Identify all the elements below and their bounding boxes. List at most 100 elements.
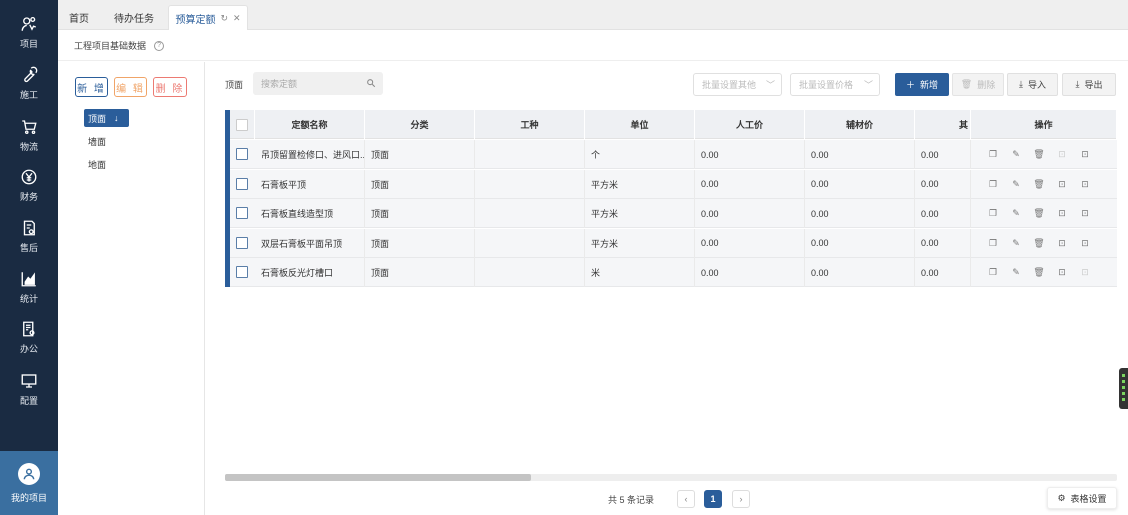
yen-icon xyxy=(21,169,37,185)
row-checkbox[interactable] xyxy=(236,207,248,219)
tree-item-label: 地面 xyxy=(88,159,107,170)
refresh-icon[interactable]: ↻ xyxy=(220,13,228,24)
delete-icon[interactable]: 🗑 xyxy=(1033,237,1045,249)
add-label: 新增 xyxy=(920,80,939,90)
move-down-icon[interactable]: ⊡ xyxy=(1079,208,1091,220)
sidebar-item-aftersale[interactable]: 售后 xyxy=(0,219,58,269)
copy-icon[interactable]: ❐ xyxy=(987,237,999,249)
copy-icon[interactable]: ❐ xyxy=(987,208,999,220)
cell-name: 吊顶留置检修口、进风口... xyxy=(255,140,365,169)
tab-budget-quota[interactable]: 预算定额 ↻ ✕ xyxy=(168,5,248,30)
table-row[interactable]: 石膏板反光灯槽口 顶面米 0.00 0.00 0.00 ❐ ✎ 🗑 ⊡ ⊡ xyxy=(230,258,1117,287)
row-actions: ❐ ✎ 🗑 ⊡ ⊡ xyxy=(987,170,1102,199)
edit-icon[interactable]: ✎ xyxy=(1010,237,1022,249)
sidebar-item-project[interactable]: 项目 xyxy=(0,15,58,65)
tree-add-button[interactable]: 新 增 xyxy=(75,77,108,97)
help-icon[interactable]: ? xyxy=(154,40,165,51)
add-button[interactable]: ＋ 新增 xyxy=(895,73,949,96)
delete-icon[interactable]: 🗑 xyxy=(1033,149,1045,161)
side-widget-handle[interactable] xyxy=(1119,368,1128,409)
sidebar-item-office[interactable]: 办公 xyxy=(0,320,58,370)
copy-icon[interactable]: ❐ xyxy=(987,267,999,279)
tree-item-ceiling[interactable]: 顶面 ↓ xyxy=(84,109,129,127)
import-button[interactable]: ⤓ 导入 xyxy=(1007,73,1058,96)
tree-item-wall[interactable]: 墙面 xyxy=(84,132,110,150)
office-icon xyxy=(23,321,35,337)
row-actions: ❐ ✎ 🗑 ⊡ ⊡ xyxy=(987,140,1102,169)
move-up-icon[interactable]: ⊡ xyxy=(1056,149,1068,161)
search-input[interactable]: 搜索定额 xyxy=(253,72,383,95)
tab-home[interactable]: 首页 xyxy=(63,5,95,30)
batch-price-select[interactable]: 批量设置价格 ﹀ xyxy=(790,73,880,96)
sidebar-item-finance[interactable]: 财务 xyxy=(0,168,58,218)
header-select-all-cell xyxy=(230,110,255,139)
table-row[interactable]: 石膏板平顶 顶面 平方米 0.00 0.00 0.00 ❐ ✎ 🗑 ⊡ ⊡ xyxy=(230,169,1117,199)
sidebar-item-statistics[interactable]: 统计 xyxy=(0,270,58,320)
row-checkbox[interactable] xyxy=(236,148,248,160)
move-down-icon[interactable]: ⊡ xyxy=(1079,237,1091,249)
column-header[interactable]: 分类 xyxy=(365,110,475,139)
column-header[interactable]: 人工价 xyxy=(695,110,805,139)
prev-page-button[interactable]: ‹ xyxy=(677,490,695,508)
copy-icon[interactable]: ❐ xyxy=(987,178,999,190)
edit-icon[interactable]: ✎ xyxy=(1010,149,1022,161)
batch-other-select[interactable]: 批量设置其他 ﹀ xyxy=(693,73,782,96)
cell-trade xyxy=(475,258,585,287)
table-settings-button[interactable]: ⚙ 表格设置 xyxy=(1047,487,1117,509)
sidebar-item-config[interactable]: 配置 xyxy=(0,372,58,422)
sidebar-item-construction[interactable]: 施工 xyxy=(0,66,58,116)
my-project-button[interactable]: 我的项目 xyxy=(0,451,58,515)
move-up-icon[interactable]: ⊡ xyxy=(1056,208,1068,220)
tree-delete-button[interactable]: 删 除 xyxy=(153,77,187,97)
copy-icon[interactable]: ❐ xyxy=(987,149,999,161)
delete-icon[interactable]: 🗑 xyxy=(1033,208,1045,220)
move-down-icon[interactable]: ⊡ xyxy=(1079,267,1091,279)
table-row[interactable]: 双层石膏板平面吊顶 顶面 平方米 0.00 0.00 0.00 ❐ ✎ 🗑 ⊡ ⊡ xyxy=(230,228,1117,258)
row-checkbox[interactable] xyxy=(236,266,248,278)
move-up-icon[interactable]: ⊡ xyxy=(1056,267,1068,279)
tree-item-label: 墙面 xyxy=(88,136,107,147)
delete-button[interactable]: 🗑 删除 xyxy=(952,73,1004,96)
select-all-checkbox[interactable] xyxy=(236,118,248,131)
move-up-icon[interactable]: ⊡ xyxy=(1056,178,1068,190)
sidebar-item-logistics[interactable]: 物流 xyxy=(0,118,58,168)
edit-icon[interactable]: ✎ xyxy=(1010,208,1022,220)
table-row[interactable]: 吊顶留置检修口、进风口... 顶面个 0.00 0.00 0.00 ❐ ✎ 🗑 ⊡ ⊡ xyxy=(230,140,1117,169)
move-down-icon[interactable]: ⊡ xyxy=(1079,178,1091,190)
column-header[interactable]: 其 xyxy=(915,110,971,139)
page-number-button[interactable]: 1 xyxy=(704,490,722,508)
row-checkbox[interactable] xyxy=(236,177,248,190)
tree-edit-button[interactable]: 编 辑 xyxy=(114,77,147,97)
move-down-icon[interactable]: ⊡ xyxy=(1079,149,1091,161)
cell-trade xyxy=(475,140,585,169)
move-up-icon[interactable]: ⊡ xyxy=(1056,237,1068,249)
next-page-button[interactable]: › xyxy=(732,490,750,508)
export-button[interactable]: ⤓ 导出 xyxy=(1062,73,1116,96)
horizontal-scrollbar-thumb[interactable] xyxy=(225,474,531,481)
tab-todo[interactable]: 待办任务 xyxy=(106,5,162,30)
cell-category: 顶面 xyxy=(365,199,475,228)
table-row[interactable]: 石膏板直线造型顶 顶面 平方米 0.00 0.00 0.00 ❐ ✎ 🗑 ⊡ ⊡ xyxy=(230,199,1117,228)
delete-icon[interactable]: 🗑 xyxy=(1033,178,1045,190)
service-icon xyxy=(23,220,35,236)
gear-icon: ⚙ xyxy=(1057,492,1066,503)
column-header[interactable]: 工种 xyxy=(475,110,585,139)
column-header[interactable]: 定额名称 xyxy=(255,110,365,139)
category-tree-panel: 新 增 编 辑 删 除 顶面 ↓ 墙面 地面 xyxy=(58,62,205,515)
edit-icon[interactable]: ✎ xyxy=(1010,178,1022,190)
sidebar-item-label: 统计 xyxy=(19,294,38,304)
row-actions: ❐ ✎ 🗑 ⊡ ⊡ xyxy=(987,199,1102,228)
search-icon[interactable] xyxy=(366,78,376,88)
cell-name: 双层石膏板平面吊顶 xyxy=(255,228,365,258)
tree-item-floor[interactable]: 地面 xyxy=(84,155,110,173)
column-header[interactable]: 辅材价 xyxy=(805,110,915,139)
delete-icon[interactable]: 🗑 xyxy=(1033,267,1045,279)
tree-item-label: 顶面 xyxy=(88,113,107,124)
edit-icon[interactable]: ✎ xyxy=(1010,267,1022,279)
row-checkbox[interactable] xyxy=(236,236,248,249)
cell-labor-price: 0.00 xyxy=(695,258,805,287)
close-icon[interactable]: ✕ xyxy=(233,13,241,24)
row-actions: ❐ ✎ 🗑 ⊡ ⊡ xyxy=(987,229,1102,258)
cell-labor-price: 0.00 xyxy=(695,169,805,199)
column-header[interactable]: 单位 xyxy=(585,110,695,139)
